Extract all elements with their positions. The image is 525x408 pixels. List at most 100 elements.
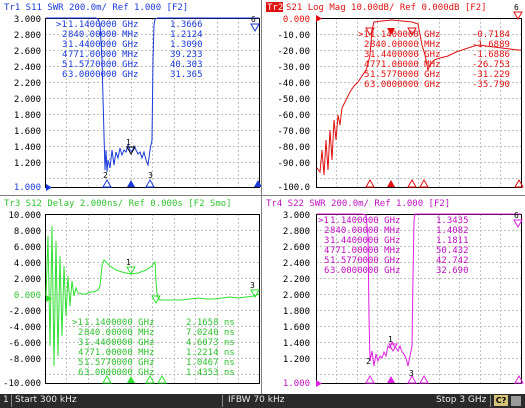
trace2-ref-marker — [316, 15, 322, 22]
svg-text:1.5770000 GHz: 1.5770000 GHz — [330, 256, 400, 266]
svg-text:1.200: 1.200 — [283, 355, 310, 365]
trace4-ylabels: 3.000 2.800 2.600 2.400 2.200 2.000 1.800 1.… — [283, 211, 310, 389]
svg-text:1.4400000 GHz: 1.4400000 GHz — [84, 338, 154, 348]
svg-text:771.00000 MHz: 771.00000 MHz — [68, 50, 138, 60]
svg-text:1.0467 ns: 1.0467 ns — [186, 358, 235, 368]
svg-text:3: 3 — [78, 338, 83, 348]
trace3-inline-markers: 1 3 — [126, 258, 260, 305]
trace1-panel[interactable]: Tr1 S11 SWR 200.0m/ Ref 1.000 [F2] 3.000… — [0, 0, 262, 196]
status-separator — [490, 395, 491, 407]
calibration-status-badge[interactable]: C? — [494, 395, 508, 406]
svg-text:2.000: 2.000 — [283, 291, 310, 301]
svg-text:4.6073 ns: 4.6073 ns — [186, 338, 235, 348]
svg-text:>1: >1 — [56, 20, 67, 30]
svg-text:1.3666: 1.3666 — [170, 20, 203, 30]
svg-text:-10.000: -10.000 — [3, 379, 41, 389]
svg-text:2.1658 ns: 2.1658 ns — [186, 318, 235, 328]
trace4-title[interactable]: Tr4 S22 SWR 200.0m/ Ref 1.000 [F2] — [266, 199, 450, 209]
svg-text:>1: >1 — [358, 30, 369, 40]
trace4-panel[interactable]: Tr4 S22 SWR 200.0m/ Ref 1.000 [F2] 3.000… — [262, 196, 524, 392]
svg-text:0.000: 0.000 — [14, 291, 41, 301]
trace4-ref-marker — [316, 380, 322, 387]
trace1-marker-table: >1 1.1400000 GHz 1.3666 2 840.00000 MHz 1.21… — [56, 20, 203, 80]
svg-text:3.0000000 GHz: 3.0000000 GHz — [84, 368, 154, 378]
start-frequency[interactable]: Start 300 kHz — [15, 395, 77, 405]
svg-text:40.303: 40.303 — [170, 60, 203, 70]
trace2-panel[interactable]: Tr2 S21 Log Mag 10.00dB/ Ref 0.000dB [F2… — [262, 0, 524, 196]
svg-text:1.3090: 1.3090 — [170, 40, 203, 50]
trace2-label[interactable]: Tr2 — [267, 3, 283, 13]
trace4-stim-markers — [365, 374, 524, 384]
panel-divider-horizontal — [0, 195, 525, 196]
svg-text:2: 2 — [103, 171, 108, 180]
svg-text:3: 3 — [409, 369, 414, 378]
svg-text:3: 3 — [62, 40, 67, 50]
status-indicator-icon — [511, 396, 521, 406]
svg-text:4: 4 — [78, 348, 83, 358]
svg-text:-2.000: -2.000 — [8, 307, 41, 317]
svg-text:4: 4 — [62, 50, 67, 60]
svg-text:-0.7184: -0.7184 — [472, 30, 510, 40]
svg-text:3.0000000 GHz: 3.0000000 GHz — [330, 266, 400, 276]
svg-text:3: 3 — [324, 236, 329, 246]
vna-screen: Tr1 S11 SWR 200.0m/ Ref 1.000 [F2] 3.000… — [0, 0, 525, 408]
svg-text:3: 3 — [250, 281, 255, 290]
svg-text:2.600: 2.600 — [14, 47, 41, 57]
svg-text:1.400: 1.400 — [283, 339, 310, 349]
svg-text:3.0000000 GHz: 3.0000000 GHz — [370, 80, 440, 90]
svg-text:2.000: 2.000 — [14, 95, 41, 105]
trace3-ylabels: 10.000 8.000 6.000 4.000 2.000 0.000 -2.000… — [3, 211, 41, 389]
svg-text:-1.6886: -1.6886 — [472, 50, 510, 60]
svg-text:1.2214 ns: 1.2214 ns — [186, 348, 235, 358]
svg-text:840.00000 MHz: 840.00000 MHz — [370, 40, 440, 50]
svg-text:6: 6 — [514, 211, 519, 220]
svg-text:4: 4 — [364, 60, 369, 70]
svg-text:3.0000000 GHz: 3.0000000 GHz — [68, 70, 138, 80]
svg-text:-35.790: -35.790 — [472, 80, 510, 90]
svg-text:-1.6889: -1.6889 — [472, 40, 510, 50]
svg-text:-60.00: -60.00 — [277, 111, 310, 121]
svg-text:2: 2 — [364, 40, 369, 50]
svg-text:6: 6 — [364, 80, 369, 90]
status-separator — [11, 395, 12, 407]
svg-text:1.000: 1.000 — [14, 183, 41, 193]
svg-text:4.000: 4.000 — [14, 259, 41, 269]
trace3-title[interactable]: Tr3 S12 Delay 2.000ns/ Ref 0.000s [F2 Sm… — [4, 199, 232, 209]
svg-text:1.4400000 GHz: 1.4400000 GHz — [330, 236, 400, 246]
svg-text:1.1400000 GHz: 1.1400000 GHz — [370, 30, 440, 40]
svg-text:2: 2 — [324, 226, 329, 236]
svg-text:840.00000 MHz: 840.00000 MHz — [68, 30, 138, 40]
svg-text:>1: >1 — [318, 216, 329, 226]
svg-text:1.3435: 1.3435 — [436, 216, 469, 226]
svg-text:-100.0: -100.0 — [277, 183, 310, 193]
trace1-title[interactable]: Tr1 S11 SWR 200.0m/ Ref 1.000 [F2] — [4, 3, 188, 13]
channel-number[interactable]: 1 — [3, 395, 9, 405]
trace2-param[interactable]: S21 Log Mag 10.00dB/ Ref 0.000dB [F2] — [286, 3, 487, 13]
stop-frequency[interactable]: Stop 3 GHz — [436, 395, 486, 405]
svg-text:840.00000 MHz: 840.00000 MHz — [84, 328, 154, 338]
status-separator — [222, 395, 223, 407]
svg-text:-8.000: -8.000 — [8, 355, 41, 365]
svg-text:771.00000 MHz: 771.00000 MHz — [84, 348, 154, 358]
trace3-panel[interactable]: Tr3 S12 Delay 2.000ns/ Ref 0.000s [F2 Sm… — [0, 196, 262, 392]
svg-text:1: 1 — [388, 335, 393, 344]
svg-text:2.200: 2.200 — [14, 79, 41, 89]
svg-text:6: 6 — [251, 15, 256, 24]
svg-text:771.00000 MHz: 771.00000 MHz — [370, 60, 440, 70]
svg-text:1.800: 1.800 — [283, 307, 310, 317]
svg-text:1.4082: 1.4082 — [436, 226, 469, 236]
status-bar: 1 Start 300 kHz IFBW 70 kHz Stop 3 GHz C… — [0, 394, 525, 408]
svg-text:2: 2 — [62, 30, 67, 40]
svg-text:6.000: 6.000 — [14, 243, 41, 253]
svg-text:2: 2 — [366, 357, 371, 366]
svg-text:2.800: 2.800 — [283, 227, 310, 237]
svg-text:42.742: 42.742 — [436, 256, 469, 266]
svg-text:1.400: 1.400 — [14, 143, 41, 153]
svg-text:-6.000: -6.000 — [8, 339, 41, 349]
svg-text:1.200: 1.200 — [14, 159, 41, 169]
svg-text:2.400: 2.400 — [283, 259, 310, 269]
ifbw-setting[interactable]: IFBW 70 kHz — [228, 395, 284, 405]
svg-text:-90.00: -90.00 — [277, 159, 310, 169]
svg-text:1.800: 1.800 — [14, 111, 41, 121]
svg-text:5: 5 — [324, 256, 329, 266]
